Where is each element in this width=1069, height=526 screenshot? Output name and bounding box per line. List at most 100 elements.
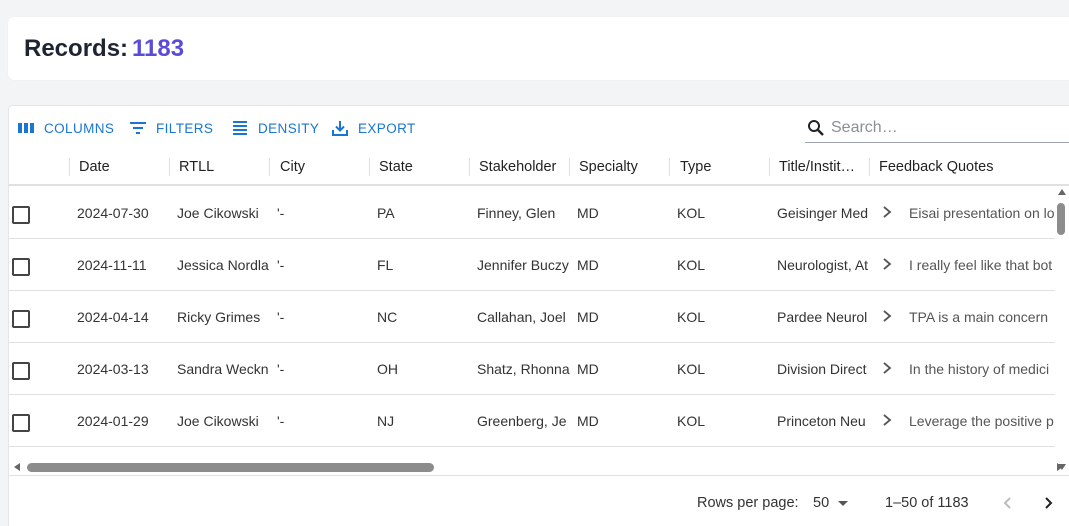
filters-button[interactable]: FILTERS (129, 120, 213, 136)
expand-chevron-icon[interactable] (881, 257, 893, 271)
cell-stakeholder: Jennifer Buczy (477, 257, 569, 273)
column-header-row: Date RTLL City State Stakeholder Special… (9, 148, 1069, 186)
cell-specialty: MD (577, 205, 599, 221)
cell-date: 2024-01-29 (77, 413, 149, 429)
expand-chevron-icon[interactable] (881, 413, 893, 427)
column-separator[interactable] (269, 158, 270, 176)
column-header-city[interactable]: City (280, 148, 370, 186)
row-checkbox[interactable] (12, 362, 30, 380)
column-separator[interactable] (469, 158, 470, 176)
cell-date: 2024-07-30 (77, 205, 149, 221)
cell-date: 2024-03-13 (77, 361, 149, 377)
export-download-icon (332, 121, 348, 136)
row-checkbox[interactable] (12, 414, 30, 432)
column-header-title-institution[interactable]: Title/Instit… (779, 148, 869, 186)
density-button-label: DENSITY (258, 120, 320, 136)
column-header-rtll[interactable]: RTLL (179, 148, 269, 186)
export-button-label: EXPORT (358, 120, 416, 136)
rows-per-page-label: Rows per page: (697, 495, 799, 511)
cell-specialty: MD (577, 309, 599, 325)
cell-date: 2024-11-11 (77, 257, 147, 273)
column-separator[interactable] (169, 158, 170, 176)
table-row[interactable]: 2024-03-13 Sandra Weckn '- OH Shatz, Rho… (9, 343, 1055, 395)
table-row[interactable]: 2024-11-11 Jessica Nordla '- FL Jennifer… (9, 239, 1055, 291)
expand-chevron-icon[interactable] (881, 361, 893, 375)
cell-specialty: MD (577, 257, 599, 273)
caret-down-icon (838, 500, 849, 506)
cell-stakeholder: Finney, Glen (477, 205, 556, 221)
vertical-scrollbar[interactable] (1054, 187, 1069, 470)
cell-state: NC (377, 309, 398, 325)
row-checkbox[interactable] (12, 206, 30, 224)
density-button[interactable]: DENSITY (231, 120, 319, 136)
next-page-button[interactable] (1033, 488, 1063, 518)
scroll-up-arrow-icon[interactable] (1058, 189, 1066, 195)
cell-type: KOL (677, 309, 706, 325)
cell-title-institution: Geisinger Med (777, 205, 869, 221)
column-separator[interactable] (669, 158, 670, 176)
chevron-left-icon (1003, 497, 1011, 509)
grid-toolbar: COLUMNS FILTERS DENSITY EXPORT (9, 106, 1069, 148)
rows-per-page-select[interactable]: 50 (813, 493, 853, 513)
pagination-range: 1–50 of 1183 (885, 495, 969, 511)
cell-date: 2024-04-14 (77, 309, 149, 325)
density-icon (233, 121, 247, 135)
previous-page-button[interactable] (993, 488, 1023, 518)
cell-title-institution: Division Direct (777, 361, 867, 377)
cell-rtll: Joe Cikowski (177, 413, 259, 429)
row-checkbox[interactable] (12, 258, 30, 276)
cell-feedback-quote: Leverage the positive p (909, 413, 1054, 429)
cell-state: PA (377, 205, 395, 221)
cell-type: KOL (677, 413, 706, 429)
cell-type: KOL (677, 205, 706, 221)
column-separator[interactable] (69, 158, 70, 176)
view-column-icon (18, 123, 34, 133)
expand-chevron-icon[interactable] (881, 309, 893, 323)
grid-body: 2024-07-30 Joe Cikowski '- PA Finney, Gl… (9, 187, 1055, 449)
search-box (805, 114, 1069, 143)
scroll-right-arrow-icon[interactable] (1057, 463, 1063, 471)
column-header-type[interactable]: Type (680, 148, 770, 186)
export-button[interactable]: EXPORT (331, 120, 416, 136)
cell-feedback-quote: Eisai presentation on lo (909, 205, 1055, 221)
column-header-specialty[interactable]: Specialty (579, 148, 669, 186)
cell-rtll: Sandra Weckn (177, 361, 269, 377)
column-header-date[interactable]: Date (79, 148, 169, 186)
cell-feedback-quote: In the history of medici (909, 361, 1050, 377)
cell-state: FL (377, 257, 394, 273)
cell-state: NJ (377, 413, 395, 429)
column-separator[interactable] (369, 158, 370, 176)
row-checkbox[interactable] (12, 310, 30, 328)
cell-stakeholder: Callahan, Joel (477, 309, 566, 325)
cell-rtll: Ricky Grimes (177, 309, 261, 325)
horizontal-scrollbar[interactable] (9, 460, 1069, 475)
page-title: Records: 1183 (24, 35, 184, 63)
search-input[interactable] (831, 119, 1051, 137)
table-row[interactable]: 2024-07-30 Joe Cikowski '- PA Finney, Gl… (9, 187, 1055, 239)
expand-chevron-icon[interactable] (881, 205, 893, 219)
table-row[interactable]: 2024-01-29 Joe Cikowski '- NJ Greenberg,… (9, 395, 1055, 447)
cell-title-institution: Princeton Neu (777, 413, 866, 429)
vertical-scroll-thumb[interactable] (1057, 203, 1065, 235)
column-separator[interactable] (869, 158, 870, 176)
cell-rtll: Jessica Nordla (177, 257, 269, 273)
cell-title-institution: Neurologist, At (777, 257, 869, 273)
cell-type: KOL (677, 257, 706, 273)
pagination-footer: Rows per page: 50 1–50 of 1183 (9, 475, 1069, 526)
cell-specialty: MD (577, 361, 599, 377)
cell-city: '- (277, 309, 285, 325)
column-separator[interactable] (569, 158, 570, 176)
column-header-state[interactable]: State (379, 148, 469, 186)
column-separator[interactable] (769, 158, 770, 176)
table-row[interactable]: 2024-04-14 Ricky Grimes '- NC Callahan, … (9, 291, 1055, 343)
records-label: Records: (24, 35, 129, 62)
filters-button-label: FILTERS (156, 120, 214, 136)
cell-city: '- (277, 257, 285, 273)
search-icon (808, 120, 824, 136)
filter-list-icon (130, 122, 146, 134)
column-header-feedback-quotes[interactable]: Feedback Quotes (879, 148, 1059, 186)
columns-button[interactable]: COLUMNS (17, 120, 114, 136)
column-header-stakeholder[interactable]: Stakeholder (479, 148, 569, 186)
scroll-left-arrow-icon[interactable] (14, 463, 20, 471)
horizontal-scroll-thumb[interactable] (27, 463, 434, 472)
